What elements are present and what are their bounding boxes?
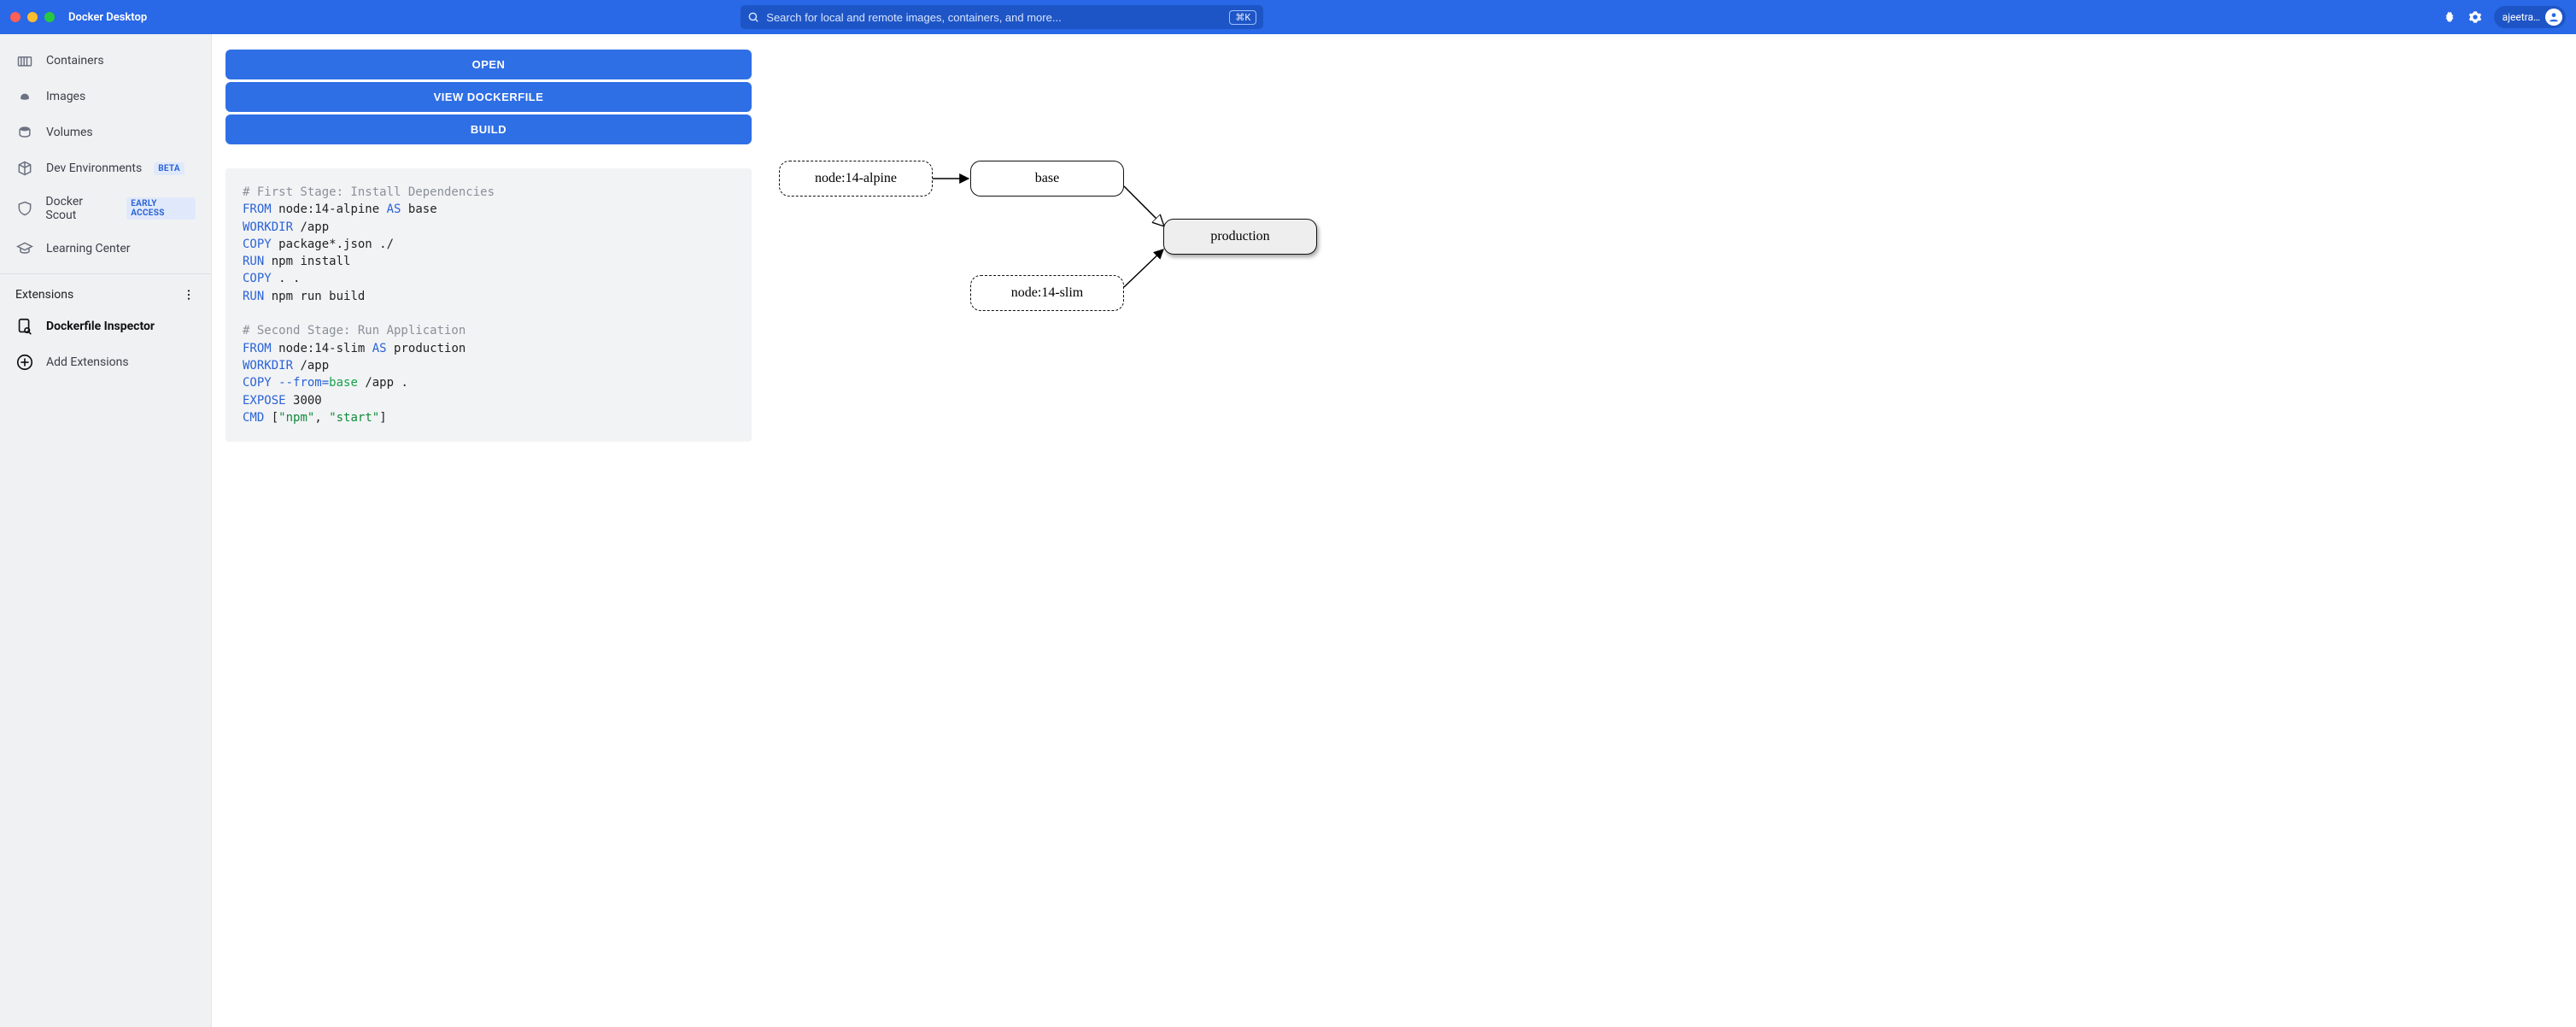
user-chip[interactable]: ajeetra… <box>2494 6 2566 28</box>
node-label: node:14-alpine <box>815 171 897 186</box>
graph-node-production[interactable]: production <box>1163 219 1317 255</box>
view-dockerfile-button[interactable]: VIEW DOCKERFILE <box>225 82 752 112</box>
learning-icon <box>15 239 34 258</box>
sidebar-item-label: Docker Scout <box>45 195 114 222</box>
file-search-icon <box>15 317 34 336</box>
ext-item-label: Dockerfile Inspector <box>46 320 155 333</box>
avatar-icon <box>2545 9 2562 26</box>
global-search[interactable]: ⌘K <box>741 5 1263 29</box>
shield-icon <box>15 199 33 218</box>
early-access-badge: EARLY ACCESS <box>126 197 196 220</box>
sidebar-item-dev-environments[interactable]: Dev Environments BETA <box>0 150 211 186</box>
node-label: base <box>1035 171 1059 186</box>
beta-badge: BETA <box>154 162 184 175</box>
more-vert-icon[interactable] <box>182 288 196 302</box>
sidebar-item-images[interactable]: Images <box>0 79 211 114</box>
main-content: OPEN VIEW DOCKERFILE BUILD # First Stage… <box>212 34 2576 1027</box>
sidebar-item-label: Containers <box>46 54 104 67</box>
graph-node-slim[interactable]: node:14-slim <box>970 275 1124 311</box>
user-name: ajeetra… <box>2503 11 2540 23</box>
search-input[interactable] <box>766 11 1222 24</box>
sidebar: Containers Images Volumes Dev Environmen… <box>0 34 212 1027</box>
sidebar-item-label: Learning Center <box>46 242 131 255</box>
extensions-label: Extensions <box>15 288 73 302</box>
open-button[interactable]: OPEN <box>225 50 752 79</box>
sidebar-item-label: Dev Environments <box>46 161 142 175</box>
sidebar-item-volumes[interactable]: Volumes <box>0 114 211 150</box>
sidebar-item-containers[interactable]: Containers <box>0 43 211 79</box>
containers-icon <box>15 51 34 70</box>
build-button[interactable]: BUILD <box>225 114 752 144</box>
sidebar-item-docker-scout[interactable]: Docker Scout EARLY ACCESS <box>0 186 211 231</box>
node-label: production <box>1210 229 1269 244</box>
graph-node-alpine[interactable]: node:14-alpine <box>779 161 933 197</box>
ext-item-label: Add Extensions <box>46 355 129 369</box>
titlebar: Docker Desktop ⌘K ajeetra… <box>0 0 2576 34</box>
window-close-dot[interactable] <box>10 12 20 22</box>
images-icon <box>15 87 34 106</box>
ext-dockerfile-inspector[interactable]: Dockerfile Inspector <box>0 308 211 344</box>
sidebar-item-learning-center[interactable]: Learning Center <box>0 231 211 267</box>
dockerfile-code: # First Stage: Install Dependencies FROM… <box>225 168 752 442</box>
plus-circle-icon <box>15 353 34 372</box>
search-shortcut: ⌘K <box>1229 10 1256 25</box>
workspace: Containers Images Volumes Dev Environmen… <box>0 34 2576 1027</box>
node-label: node:14-slim <box>1011 285 1083 301</box>
window-minimize-dot[interactable] <box>27 12 38 22</box>
box-icon <box>15 159 34 178</box>
search-icon <box>747 11 759 23</box>
volumes-icon <box>15 123 34 142</box>
gear-icon[interactable] <box>2468 10 2482 24</box>
build-graph: node:14-alpine base node:14-slim product… <box>779 161 2562 434</box>
app-title: Docker Desktop <box>68 11 147 24</box>
traffic-lights <box>10 12 55 22</box>
sidebar-item-label: Volumes <box>46 126 93 139</box>
ext-add-extensions[interactable]: Add Extensions <box>0 344 211 380</box>
window-zoom-dot[interactable] <box>44 12 55 22</box>
left-pane: OPEN VIEW DOCKERFILE BUILD # First Stage… <box>212 34 765 1027</box>
graph-pane: node:14-alpine base node:14-slim product… <box>765 34 2576 1027</box>
graph-node-base[interactable]: base <box>970 161 1124 197</box>
bug-icon[interactable] <box>2443 10 2456 24</box>
extensions-header: Extensions <box>0 281 211 308</box>
sidebar-item-label: Images <box>46 90 85 103</box>
